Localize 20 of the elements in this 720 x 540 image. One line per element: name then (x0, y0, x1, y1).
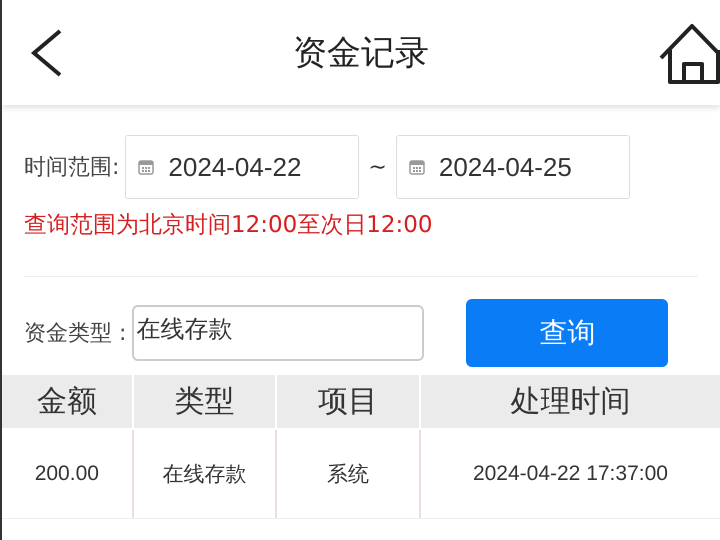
table-cell: 2024-04-22 17:37:00 (418, 430, 720, 518)
end-date-field[interactable]: 2024-04-25 (396, 135, 630, 199)
table-cell-text: 200.00 (34, 461, 100, 487)
fund-type-label: 资金类型 : (24, 320, 126, 348)
fund-type-field[interactable]: 在线存款 (132, 305, 424, 361)
range-separator: ~ (368, 154, 387, 180)
range-note: 查询范围为北京时间12:00至次日12:00 (23, 211, 434, 240)
table-cell: 在线存款 (132, 430, 276, 518)
column-header: 金额 (36, 383, 98, 421)
query-button[interactable]: 查询 (466, 299, 668, 367)
column-header: 处理时间 (418, 375, 720, 428)
calendar-icon (138, 159, 154, 175)
page-title: 资金记录 (293, 32, 429, 74)
table-cell: 系统 (275, 430, 419, 518)
time-range-label: 时间范围: (24, 154, 120, 182)
start-date-field[interactable]: 2024-04-22 (125, 135, 360, 199)
calendar-icon (408, 159, 425, 175)
column-header: 项目 (275, 375, 419, 428)
column-header: 类型 (132, 375, 276, 428)
back-icon[interactable] (30, 28, 64, 78)
